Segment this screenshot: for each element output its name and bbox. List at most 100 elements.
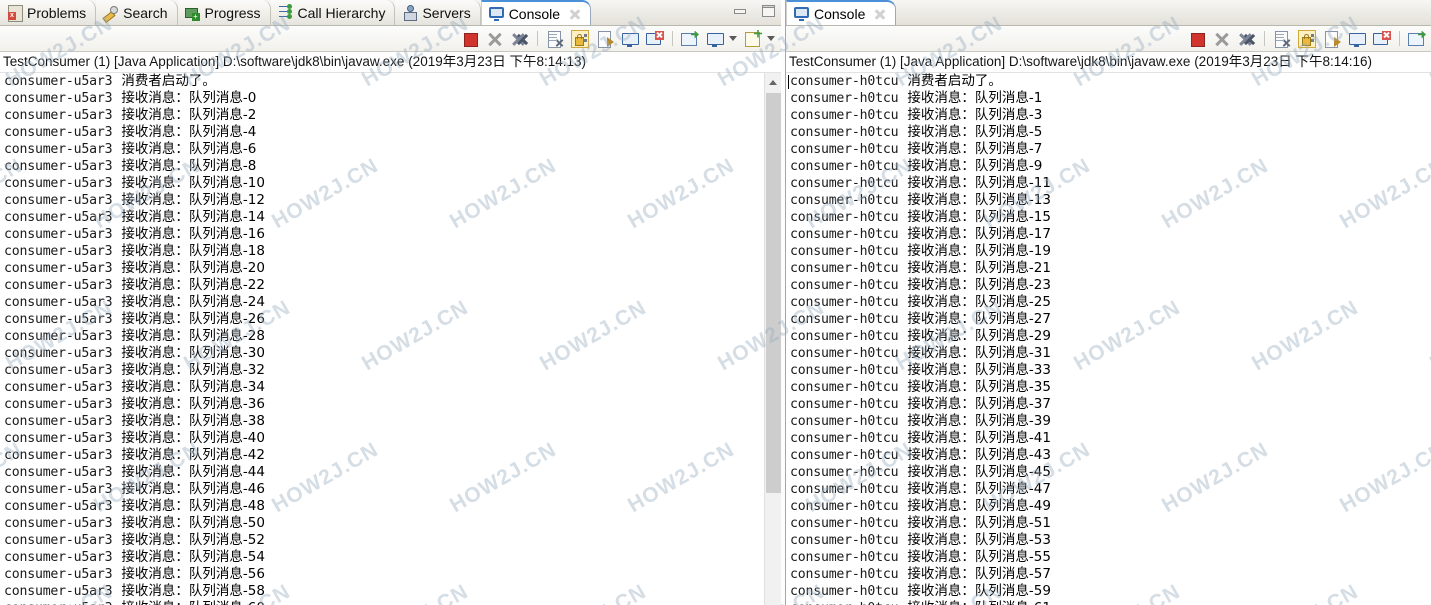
log-thread-name: consumer-h0tcu	[790, 482, 899, 497]
tab-close-icon[interactable]	[569, 8, 581, 20]
log-thread-name: consumer-u5ar3	[4, 397, 113, 412]
tab-label: Console	[814, 5, 866, 22]
log-message: 接收消息：队列消息-52	[121, 532, 265, 548]
log-line: consumer-h0tcu 接收消息：队列消息-35	[786, 379, 1431, 396]
log-thread-name: consumer-u5ar3	[4, 91, 113, 106]
log-thread-name: consumer-u5ar3	[4, 329, 113, 344]
log-line: consumer-u5ar3 接收消息：队列消息-60	[0, 600, 781, 605]
log-message: 接收消息：队列消息-56	[121, 566, 265, 582]
log-message: 接收消息：队列消息-13	[907, 192, 1051, 208]
log-thread-name: consumer-h0tcu	[790, 312, 899, 327]
log-thread-name: consumer-u5ar3	[4, 600, 113, 605]
log-thread-name: consumer-h0tcu	[790, 261, 899, 276]
log-line: consumer-u5ar3 接收消息：队列消息-34	[0, 379, 781, 396]
right-console-panel: Console TestConsumer (1) [Java Applicati…	[785, 0, 1431, 605]
chevron-down-icon[interactable]	[767, 36, 775, 41]
pin-console-button[interactable]	[1373, 30, 1391, 48]
right-log-lines: consumer-h0tcu 消费者启动了。 consumer-h0tcu 接收消息：…	[786, 73, 1431, 605]
open-console-button[interactable]	[1408, 30, 1426, 48]
log-line: consumer-h0tcu 接收消息：队列消息-55	[786, 549, 1431, 566]
minimize-button[interactable]	[731, 3, 749, 19]
scrollbar-thumb[interactable]	[766, 93, 781, 493]
terminate-button[interactable]	[461, 30, 479, 48]
scroll-lock-button[interactable]	[1298, 29, 1316, 48]
log-message: 接收消息：队列消息-39	[907, 413, 1051, 429]
log-message: 接收消息：队列消息-5	[907, 124, 1043, 140]
toolbar-separator	[1399, 31, 1400, 46]
scroll-lock-button[interactable]	[571, 29, 589, 48]
log-line: consumer-u5ar3 接收消息：队列消息-20	[0, 260, 781, 277]
log-thread-name: consumer-h0tcu	[790, 210, 899, 225]
display-selected-console-dropdown[interactable]	[706, 30, 724, 48]
log-thread-name: consumer-u5ar3	[4, 142, 113, 157]
terminate-button[interactable]	[1188, 30, 1206, 48]
left-vertical-scrollbar[interactable]	[764, 73, 781, 605]
tab-search[interactable]: Search	[96, 0, 178, 25]
log-thread-name: consumer-u5ar3	[4, 363, 113, 378]
chevron-down-icon[interactable]	[729, 36, 737, 41]
log-line: consumer-h0tcu 接收消息：队列消息-13	[786, 192, 1431, 209]
display-selected-console-button[interactable]	[621, 30, 639, 48]
log-message: 接收消息：队列消息-18	[121, 243, 265, 259]
tab-label: Servers	[422, 4, 471, 21]
right-launch-header: TestConsumer (1) [Java Application] D:\s…	[786, 52, 1431, 73]
left-console-output[interactable]: consumer-u5ar3 消费者启动了。 consumer-u5ar3 接收消息：…	[0, 73, 781, 605]
show-console-on-output-button[interactable]	[1323, 30, 1341, 48]
log-message: 接收消息：队列消息-19	[907, 243, 1051, 259]
clear-console-button[interactable]	[1273, 30, 1291, 48]
log-line: consumer-u5ar3 接收消息：队列消息-54	[0, 549, 781, 566]
console-icon	[488, 6, 504, 21]
log-line: consumer-u5ar3 接收消息：队列消息-58	[0, 583, 781, 600]
log-message: 接收消息：队列消息-32	[121, 362, 265, 378]
tab-progress[interactable]: Progress	[177, 0, 271, 25]
remove-launch-button[interactable]	[486, 30, 504, 48]
tab-servers[interactable]: Servers	[395, 0, 481, 25]
left-console-toolbar	[0, 26, 781, 52]
tab-problems[interactable]: Problems	[0, 0, 97, 25]
left-console-panel: Problems Search Progress Call Hierarchy Serv…	[0, 0, 781, 605]
log-message: 接收消息：队列消息-50	[121, 515, 265, 531]
log-line: consumer-u5ar3 接收消息：队列消息-18	[0, 243, 781, 260]
left-launch-header: TestConsumer (1) [Java Application] D:\s…	[0, 52, 781, 73]
log-line: consumer-u5ar3 接收消息：队列消息-28	[0, 328, 781, 345]
remove-launch-button[interactable]	[1213, 30, 1231, 48]
log-thread-name: consumer-h0tcu	[790, 193, 899, 208]
log-thread-name: consumer-h0tcu	[790, 346, 899, 361]
new-console-view-button[interactable]	[744, 30, 762, 48]
maximize-button[interactable]	[759, 3, 777, 19]
log-line: consumer-h0tcu 接收消息：队列消息-51	[786, 515, 1431, 532]
right-console-output[interactable]: consumer-h0tcu 消费者启动了。 consumer-h0tcu 接收消息：…	[786, 73, 1431, 605]
servers-icon	[402, 5, 418, 21]
open-console-button[interactable]	[681, 30, 699, 48]
tab-console[interactable]: Console	[786, 0, 897, 25]
window-buttons	[731, 3, 777, 19]
problems-icon	[7, 5, 23, 22]
tab-console[interactable]: Console	[480, 0, 592, 25]
console-icon	[794, 6, 809, 21]
log-thread-name: consumer-h0tcu	[790, 227, 899, 242]
remove-all-terminated-button[interactable]	[1238, 30, 1256, 48]
log-thread-name: consumer-h0tcu	[790, 108, 899, 123]
log-line: consumer-h0tcu 接收消息：队列消息-49	[786, 498, 1431, 515]
log-message: 接收消息：队列消息-33	[907, 362, 1051, 378]
pin-console-button[interactable]	[646, 30, 664, 48]
tab-close-icon[interactable]	[874, 8, 886, 20]
log-line: consumer-h0tcu 接收消息：队列消息-33	[786, 362, 1431, 379]
clear-console-button[interactable]	[546, 30, 564, 48]
log-line: consumer-h0tcu 接收消息：队列消息-15	[786, 209, 1431, 226]
toolbar-separator	[672, 31, 673, 46]
remove-all-terminated-button[interactable]	[511, 30, 529, 48]
show-console-on-output-button[interactable]	[596, 30, 614, 48]
display-selected-console-button[interactable]	[1348, 30, 1366, 48]
scroll-up-arrow-icon[interactable]	[765, 73, 781, 90]
log-thread-name: consumer-h0tcu	[790, 244, 899, 259]
log-thread-name: consumer-u5ar3	[4, 176, 113, 191]
log-message: 消费者启动了。	[907, 73, 1002, 89]
log-thread-name: consumer-h0tcu	[790, 329, 899, 344]
log-thread-name: consumer-u5ar3	[4, 159, 113, 174]
tab-call-hierarchy[interactable]: Call Hierarchy	[270, 0, 396, 25]
log-thread-name: consumer-u5ar3	[4, 516, 113, 531]
log-line: consumer-h0tcu 接收消息：队列消息-43	[786, 447, 1431, 464]
log-message: 接收消息：队列消息-49	[907, 498, 1051, 514]
log-thread-name: consumer-u5ar3	[4, 108, 113, 123]
